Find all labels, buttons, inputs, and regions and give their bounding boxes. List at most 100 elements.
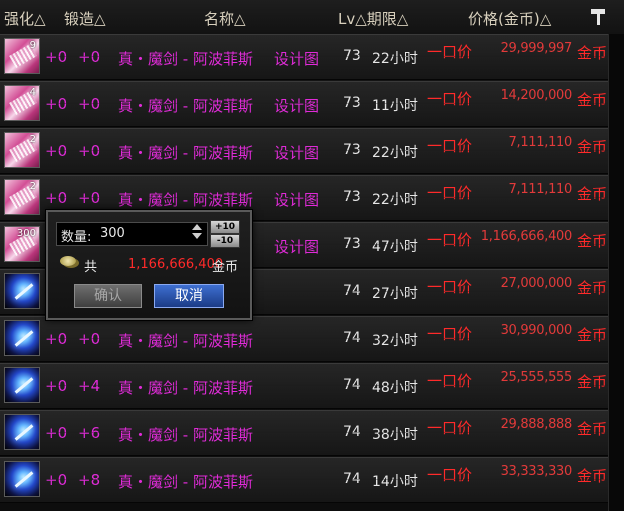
demon-sword-icon xyxy=(4,320,40,356)
price-value: 29,999,997 xyxy=(500,41,573,56)
hammer-icon xyxy=(591,9,605,25)
forge-value: +4 xyxy=(78,377,101,395)
buyout-label: 一口价 xyxy=(427,278,473,296)
sort-forge[interactable]: 锻造△ xyxy=(64,8,106,29)
spin-up-icon[interactable] xyxy=(192,224,202,230)
forge-value: +0 xyxy=(78,95,101,113)
time-remaining: 22小时 xyxy=(372,51,418,67)
total-currency: 金币 xyxy=(212,260,239,275)
time-remaining: 27小时 xyxy=(372,286,418,302)
quantity-label: 数量: xyxy=(61,230,92,245)
table-row[interactable]: +0 +8 真・魔剑 - 阿波菲斯 74 14小时 一口价 33,333,330 金币 xyxy=(0,457,608,503)
buyout-label: 一口价 xyxy=(427,90,473,108)
level-value: 73 xyxy=(343,189,361,205)
item-name: 真・魔剑 - 阿波菲斯 xyxy=(118,144,253,162)
sort-lv-limit[interactable]: Lv△期限△ xyxy=(338,8,408,29)
purchase-quantity-dialog: 数量: 300 +10 -10 共 1,166,666,400 金币 确认 取消 xyxy=(46,210,252,320)
blueprint-scroll-icon: 2 xyxy=(4,179,40,215)
price-value: 7,111,110 xyxy=(508,135,573,150)
price-value: 33,333,330 xyxy=(500,464,573,479)
price-value: 27,000,000 xyxy=(500,276,573,291)
strengthen-value: +0 xyxy=(45,48,68,66)
blueprint-label: 设计图 xyxy=(274,238,320,256)
scrollbar[interactable] xyxy=(608,34,624,511)
demon-sword-icon xyxy=(4,273,40,309)
currency-label: 金币 xyxy=(577,44,608,62)
level-value: 73 xyxy=(343,48,361,64)
price-value: 25,555,555 xyxy=(500,370,573,385)
buyout-label: 一口价 xyxy=(427,419,473,437)
total-price: 1,166,666,400 xyxy=(128,257,224,272)
time-remaining: 48小时 xyxy=(372,380,418,396)
blueprint-label: 设计图 xyxy=(274,97,320,115)
table-row[interactable]: +0 +4 真・魔剑 - 阿波菲斯 74 48小时 一口价 25,555,555 金币 xyxy=(0,363,608,409)
item-name: 真・魔剑 - 阿波菲斯 xyxy=(118,332,253,350)
level-value: 73 xyxy=(343,95,361,111)
table-row[interactable]: 4 +0 +0 真・魔剑 - 阿波菲斯 设计图 73 11小时 一口价 14,200,000 金币 xyxy=(0,81,608,127)
level-value: 74 xyxy=(343,471,361,487)
level-value: 74 xyxy=(343,330,361,346)
currency-label: 金币 xyxy=(577,373,608,391)
demon-sword-icon xyxy=(4,461,40,497)
auction-window: 强化△ 锻造△ 名称△ Lv△期限△ 价格(金币)△ 9 +0 +0 真・魔剑 - 阿… xyxy=(0,0,624,511)
plus-10-button[interactable]: +10 xyxy=(210,220,240,234)
coin-icon xyxy=(60,256,76,266)
table-row[interactable]: +0 +0 真・魔剑 - 阿波菲斯 74 32小时 一口价 30,990,000 金币 xyxy=(0,316,608,362)
blueprint-scroll-icon: 9 xyxy=(4,38,40,74)
table-row[interactable]: 9 +0 +0 真・魔剑 - 阿波菲斯 设计图 73 22小时 一口价 29,999,997 金币 xyxy=(0,34,608,80)
time-remaining: 22小时 xyxy=(372,145,418,161)
spin-down-icon[interactable] xyxy=(192,233,202,239)
currency-label: 金币 xyxy=(577,91,608,109)
stack-count: 9 xyxy=(29,40,36,51)
strengthen-value: +0 xyxy=(45,377,68,395)
forge-value: +8 xyxy=(78,471,101,489)
table-row[interactable]: 2 +0 +0 真・魔剑 - 阿波菲斯 设计图 73 22小时 一口价 7,111,110 金币 xyxy=(0,128,608,174)
item-name: 真・魔剑 - 阿波菲斯 xyxy=(118,426,253,444)
item-name: 真・魔剑 - 阿波菲斯 xyxy=(118,50,253,68)
time-remaining: 22小时 xyxy=(372,192,418,208)
stack-count: 2 xyxy=(29,134,36,145)
confirm-button[interactable]: 确认 xyxy=(74,284,142,308)
strengthen-value: +0 xyxy=(45,95,68,113)
price-value: 1,166,666,400 xyxy=(480,229,573,244)
total-label: 共 xyxy=(84,260,98,275)
sort-name[interactable]: 名称△ xyxy=(204,8,246,29)
buyout-label: 一口价 xyxy=(427,325,473,343)
item-name: 真・魔剑 - 阿波菲斯 xyxy=(118,97,253,115)
strengthen-value: +0 xyxy=(45,142,68,160)
quantity-spinner[interactable] xyxy=(190,224,204,242)
item-name: 真・魔剑 - 阿波菲斯 xyxy=(118,379,253,397)
table-row[interactable]: +0 +6 真・魔剑 - 阿波菲斯 74 38小时 一口价 29,888,888 金币 xyxy=(0,410,608,456)
blueprint-scroll-icon: 300 xyxy=(4,226,40,262)
blueprint-label: 设计图 xyxy=(274,50,320,68)
level-value: 74 xyxy=(343,424,361,440)
quantity-field[interactable]: 数量: 300 xyxy=(56,222,208,246)
blueprint-scroll-icon: 4 xyxy=(4,85,40,121)
blueprint-label: 设计图 xyxy=(274,144,320,162)
level-value: 73 xyxy=(343,236,361,252)
level-value: 73 xyxy=(343,142,361,158)
cancel-button[interactable]: 取消 xyxy=(154,284,224,308)
quantity-value[interactable]: 300 xyxy=(100,226,125,241)
level-value: 74 xyxy=(343,377,361,393)
currency-label: 金币 xyxy=(577,138,608,156)
currency-label: 金币 xyxy=(577,279,608,297)
sort-price[interactable]: 价格(金币)△ xyxy=(468,8,551,29)
item-name: 真・魔剑 - 阿波菲斯 xyxy=(118,473,253,491)
buyout-label: 一口价 xyxy=(427,372,473,390)
forge-value: +0 xyxy=(78,142,101,160)
buyout-label: 一口价 xyxy=(427,231,473,249)
stack-count: 300 xyxy=(16,228,36,239)
minus-10-button[interactable]: -10 xyxy=(210,234,240,248)
time-remaining: 11小时 xyxy=(372,98,418,114)
demon-sword-icon xyxy=(4,367,40,403)
price-value: 7,111,110 xyxy=(508,182,573,197)
currency-label: 金币 xyxy=(577,326,608,344)
forge-value: +0 xyxy=(78,48,101,66)
buyout-label: 一口价 xyxy=(427,184,473,202)
sort-strengthen[interactable]: 强化△ xyxy=(4,8,46,29)
level-value: 74 xyxy=(343,283,361,299)
column-header-bar: 强化△ 锻造△ 名称△ Lv△期限△ 价格(金币)△ xyxy=(0,0,624,34)
buyout-label: 一口价 xyxy=(427,466,473,484)
stack-count: 4 xyxy=(29,87,36,98)
